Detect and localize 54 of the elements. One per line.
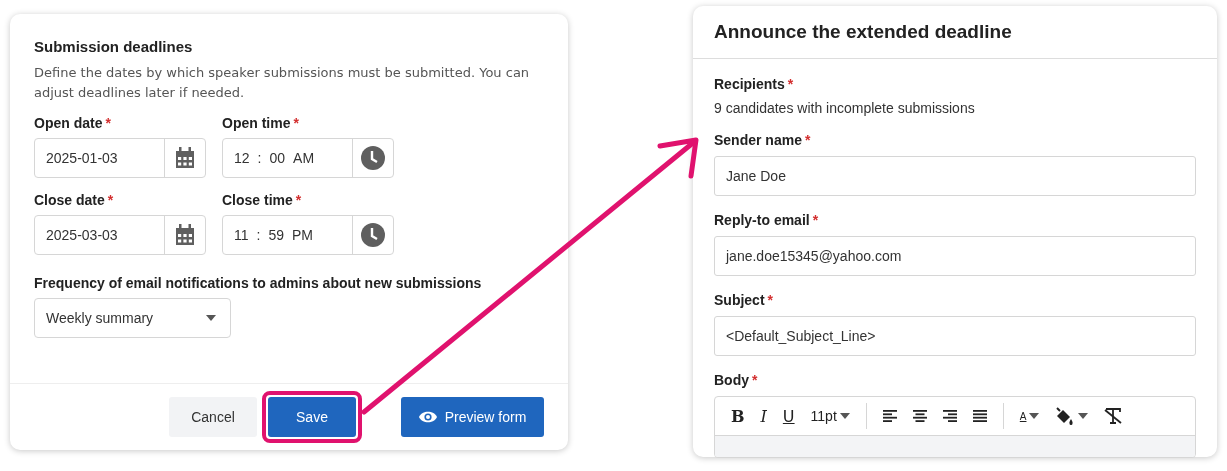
caret-icon xyxy=(206,315,216,321)
time-field[interactable]: 11 : 59 PM xyxy=(222,215,394,255)
field-label: Sender name xyxy=(714,132,802,148)
bold-button[interactable]: B xyxy=(725,401,751,431)
align-justify-icon xyxy=(972,409,987,423)
field-label: Close time xyxy=(222,192,293,208)
recipients-text: 9 candidates with incomplete submissions xyxy=(714,100,976,116)
align-right-icon xyxy=(942,409,957,423)
preview-button[interactable]: Preview form xyxy=(401,397,544,437)
date-field[interactable]: 2025-03-03 xyxy=(34,215,206,255)
italic-button[interactable]: I xyxy=(754,401,773,431)
required-mark: * xyxy=(107,192,114,208)
clear-format-icon xyxy=(1104,408,1123,424)
field-label: Close date xyxy=(34,192,105,208)
required-mark: * xyxy=(812,212,819,228)
field-label: Frequency of email notifications to admins about new submissions xyxy=(34,275,482,291)
field-label: Open time xyxy=(222,115,291,131)
frequency-dropdown[interactable]: Weekly summary xyxy=(34,298,231,338)
text-field[interactable]: Jane Doe xyxy=(714,156,1196,196)
field-label: Reply-to email xyxy=(714,212,810,228)
save-button[interactable]: Save xyxy=(268,397,356,437)
text-field[interactable]: <Default_Subject_Line> xyxy=(714,316,1196,356)
required-mark: * xyxy=(787,76,794,92)
clock-icon xyxy=(361,223,385,247)
clock-icon xyxy=(361,146,385,170)
calendar-icon xyxy=(175,224,195,246)
caret-icon xyxy=(1029,413,1040,419)
underline-button[interactable]: U xyxy=(776,401,801,431)
align-center-icon xyxy=(912,409,927,423)
field-label: Recipients xyxy=(714,76,785,92)
required-mark: * xyxy=(105,115,111,131)
caret-icon xyxy=(1078,413,1089,419)
eye-icon xyxy=(418,411,437,423)
calendar-icon xyxy=(175,147,195,169)
body-editor[interactable]: B I U 11pt A xyxy=(714,396,1196,458)
text-color-button[interactable]: A xyxy=(1013,401,1046,431)
required-mark: * xyxy=(752,372,758,388)
required-mark: * xyxy=(295,192,302,208)
align-left-icon xyxy=(882,409,897,423)
field-label: Body xyxy=(714,372,749,388)
section-title: Submission deadlines xyxy=(34,38,194,55)
dialog-title: Announce the extended deadline xyxy=(693,6,1217,59)
cancel-button[interactable]: Cancel xyxy=(169,397,257,437)
required-mark: * xyxy=(293,115,299,131)
caret-icon xyxy=(839,413,850,419)
required-mark: * xyxy=(804,132,811,148)
text-field[interactable]: jane.doe15345@yahoo.com xyxy=(714,236,1196,276)
field-label: Subject xyxy=(714,292,765,308)
date-field[interactable]: 2025-01-03 xyxy=(34,138,206,178)
required-mark: * xyxy=(767,292,774,308)
section-description: Define the dates by which speaker submissions must be submitted. You can adjust deadlines later if needed. xyxy=(34,64,531,102)
time-field[interactable]: 12 : 00 AM xyxy=(222,138,394,178)
field-label: Open date xyxy=(34,115,103,131)
font-size-dropdown[interactable]: 11pt xyxy=(804,401,856,431)
